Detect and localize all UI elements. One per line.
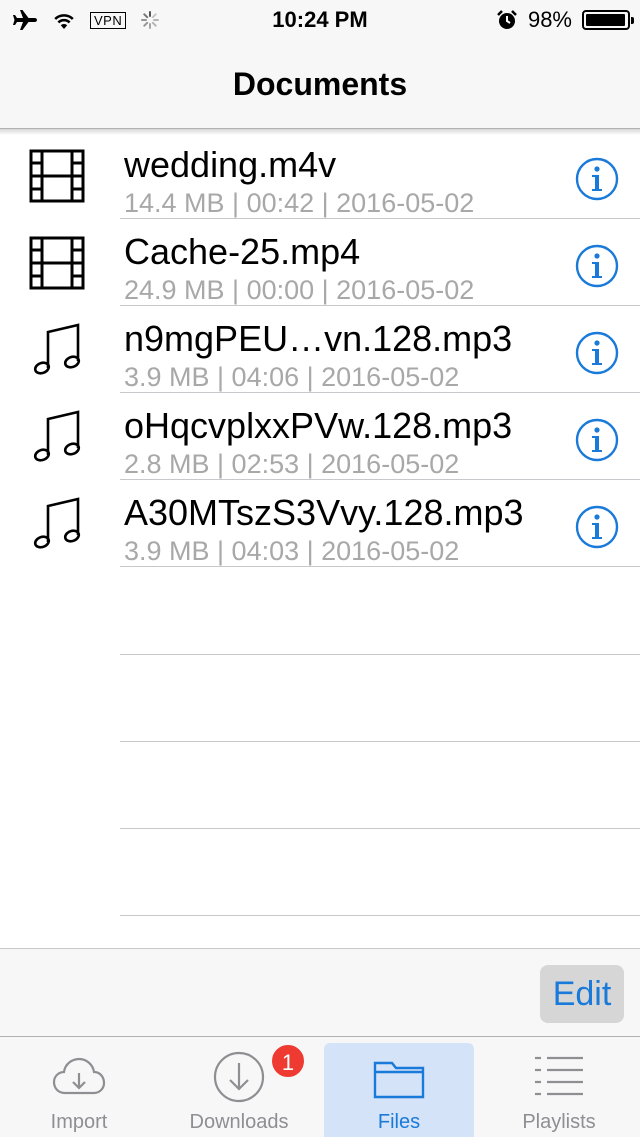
file-meta: 3.9 MB | 04:06 | 2016-05-02 (124, 362, 460, 392)
tab-label: Files (377, 1111, 421, 1133)
bottom-toolbar: Edit (0, 948, 640, 1037)
file-row[interactable]: oHqcvplxxPVw.128.mp3 2.8 MB | 02:53 | 20… (0, 393, 640, 480)
file-row[interactable]: wedding.m4v 14.4 MB | 00:42 | 2016-05-02 (0, 132, 640, 219)
tab-label: Import (50, 1111, 108, 1133)
tab-playlists[interactable]: Playlists (484, 1037, 634, 1137)
download-circle-icon (213, 1051, 265, 1103)
file-name: wedding.m4v (124, 144, 337, 185)
file-row[interactable]: A30MTszS3Vvy.128.mp3 3.9 MB | 04:03 | 20… (0, 480, 640, 567)
downloads-badge: 1 (270, 1043, 306, 1079)
tab-files[interactable]: Files (324, 1037, 474, 1137)
empty-row-separator (120, 915, 640, 916)
tab-import[interactable]: Import (4, 1037, 154, 1137)
file-list: wedding.m4v 14.4 MB | 00:42 | 2016-05-02… (0, 132, 640, 567)
file-meta: 14.4 MB | 00:42 | 2016-05-02 (124, 188, 475, 218)
music-note-icon (33, 410, 81, 462)
file-name: oHqcvplxxPVw.128.mp3 (124, 405, 513, 446)
file-name: Cache-25.mp4 (124, 231, 361, 272)
file-meta: 3.9 MB | 04:03 | 2016-05-02 (124, 536, 460, 566)
film-icon (29, 149, 85, 203)
folder-icon (373, 1061, 425, 1099)
empty-row-separator (120, 741, 640, 742)
info-icon[interactable] (575, 418, 619, 462)
empty-row-separator (120, 654, 640, 655)
navigation-bar: Documents (0, 40, 640, 129)
battery-fill (586, 14, 625, 26)
info-icon[interactable] (575, 505, 619, 549)
file-meta: 2.8 MB | 02:53 | 2016-05-02 (124, 449, 460, 479)
status-right: 98% (496, 6, 634, 34)
tab-label: Playlists (522, 1111, 596, 1133)
info-icon[interactable] (575, 157, 619, 201)
file-row[interactable]: Cache-25.mp4 24.9 MB | 00:00 | 2016-05-0… (0, 219, 640, 306)
tab-bar: Import 1 Downloads Files Playlists (0, 1036, 640, 1137)
info-icon[interactable] (575, 331, 619, 375)
file-name: A30MTszS3Vvy.128.mp3 (124, 492, 524, 533)
tab-downloads[interactable]: 1 Downloads (164, 1037, 314, 1137)
alarm-icon (497, 10, 517, 29)
list-icon (535, 1056, 583, 1096)
film-icon (29, 236, 85, 290)
edit-button[interactable]: Edit (540, 965, 624, 1023)
battery-percent: 98% (527, 7, 572, 32)
battery-icon (582, 10, 634, 30)
music-note-icon (33, 323, 81, 375)
empty-row-separator (120, 828, 640, 829)
tab-label: Downloads (189, 1111, 289, 1133)
file-meta: 24.9 MB | 00:00 | 2016-05-02 (124, 275, 475, 305)
cloud-download-icon (52, 1057, 106, 1095)
status-bar: VPN 10:24 PM 98% (0, 0, 640, 40)
info-icon[interactable] (575, 244, 619, 288)
file-row[interactable]: n9mgPEU…vn.128.mp3 3.9 MB | 04:06 | 2016… (0, 306, 640, 393)
row-separator (120, 566, 640, 567)
file-name: n9mgPEU…vn.128.mp3 (124, 318, 513, 359)
page-title: Documents (232, 66, 408, 102)
music-note-icon (33, 497, 81, 549)
